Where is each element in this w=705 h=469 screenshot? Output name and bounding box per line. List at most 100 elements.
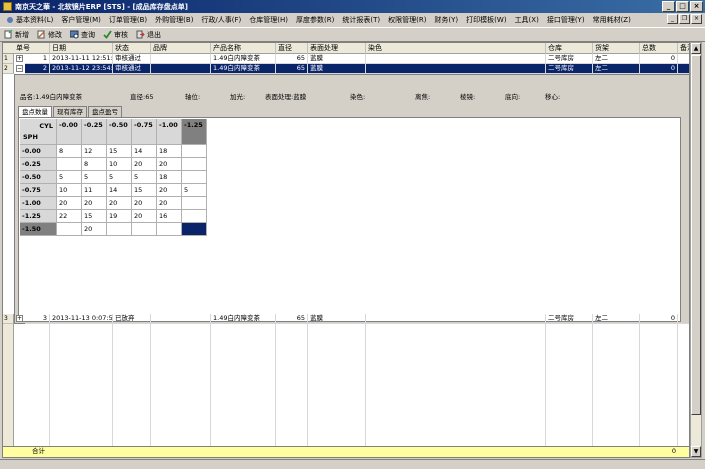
matrix-cell[interactable]: 8 [82,158,107,171]
matrix-cell[interactable] [182,145,207,158]
matrix-cell[interactable] [182,171,207,184]
matrix-cell[interactable]: 14 [132,145,157,158]
menu-purchase[interactable]: 外购管理(B) [151,15,197,25]
sph-header[interactable]: -1.50 [20,223,57,236]
menu-reports[interactable]: 统计报表(T) [338,15,384,25]
matrix-cell[interactable]: 20 [132,197,157,210]
cyl-header[interactable]: -1.25 [182,119,207,145]
matrix-cell[interactable]: 20 [82,223,107,236]
matrix-cell[interactable] [182,158,207,171]
matrix-cell[interactable]: 18 [157,145,182,158]
menu-order[interactable]: 订单管理(B) [105,15,151,25]
menu-tools[interactable]: 工具(X) [511,15,543,25]
matrix-cell[interactable]: 5 [182,184,207,197]
sph-header[interactable]: -0.25 [20,158,57,171]
exit-button[interactable]: 退出 [136,30,161,40]
matrix-cell[interactable]: 20 [107,197,132,210]
col-header-coating[interactable]: 表面处理 [308,43,366,54]
matrix-cell[interactable]: 5 [57,171,82,184]
table-row[interactable]: 1 + 1 2013-11-11 12:51:2 审核通过 1.49白内障变茶 … [3,54,689,64]
scroll-down-icon[interactable]: ▼ [691,446,701,457]
matrix-cell[interactable]: 20 [82,197,107,210]
menu-print[interactable]: 打印模板(W) [462,15,510,25]
menu-basic[interactable]: 基本资料(L) [2,15,57,25]
table-row-selected[interactable]: 2 − 2 2013-11-12 23:54:0 审核通过 1.49白内障变茶 … [3,64,689,74]
tab-count[interactable]: 盘点数量 [18,106,52,117]
cyl-header[interactable]: -0.25 [82,119,107,145]
col-header-no[interactable]: 单号 [14,43,50,54]
matrix-cell[interactable] [107,223,132,236]
matrix-cell[interactable]: 12 [82,145,107,158]
matrix-cell[interactable]: 22 [57,210,82,223]
scroll-thumb[interactable] [691,55,701,415]
edit-button[interactable]: 修改 [37,30,62,40]
menu-hr[interactable]: 行政/人事(F) [197,15,245,25]
query-button[interactable]: 查询 [70,30,95,40]
col-header-date[interactable]: 日期 [50,43,113,54]
matrix-cell[interactable]: 18 [157,171,182,184]
sph-header[interactable]: -1.00 [20,197,57,210]
col-header-shelf[interactable]: 货架 [593,43,640,54]
col-header-status[interactable]: 状态 [113,43,151,54]
matrix-cell[interactable]: 19 [107,210,132,223]
matrix-cell[interactable]: 20 [157,197,182,210]
cyl-header[interactable]: -0.50 [107,119,132,145]
col-header-remark[interactable]: 备注 [678,43,689,54]
matrix-cell[interactable] [157,223,182,236]
col-header-brand[interactable]: 品牌 [151,43,211,54]
matrix-cell[interactable]: 10 [107,158,132,171]
matrix-cell[interactable] [57,158,82,171]
menu-finance[interactable]: 财务(Y) [430,15,462,25]
cyl-header[interactable]: -0.75 [132,119,157,145]
col-header-diameter[interactable]: 直径 [276,43,308,54]
col-header-total[interactable]: 总数 [640,43,678,54]
maximize-button[interactable]: □ [676,1,689,12]
sph-header[interactable]: -1.25 [20,210,57,223]
expand-icon[interactable]: + [16,315,23,322]
collapse-icon[interactable]: − [16,65,23,72]
sph-header[interactable]: -0.75 [20,184,57,197]
cyl-header[interactable]: -0.00 [57,119,82,145]
matrix-cell[interactable]: 15 [132,184,157,197]
new-button[interactable]: 新增 [4,30,29,40]
vertical-scrollbar[interactable]: ▲ ▼ [690,42,702,458]
matrix-cell[interactable]: 15 [107,145,132,158]
matrix-cell[interactable] [182,210,207,223]
menu-thickness[interactable]: 厚度参数(R) [292,15,338,25]
matrix-cell[interactable]: 14 [107,184,132,197]
minimize-button[interactable]: _ [662,1,675,12]
scroll-up-icon[interactable]: ▲ [691,43,701,54]
matrix-cell[interactable]: 5 [82,171,107,184]
matrix-cell[interactable]: 20 [157,184,182,197]
matrix-cell[interactable]: 5 [132,171,157,184]
approve-button[interactable]: 审核 [103,30,128,40]
mdi-close-button[interactable]: × [691,14,702,24]
menu-interface[interactable]: 接口管理(Y) [543,15,589,25]
sph-header[interactable]: -0.50 [20,171,57,184]
cyl-header[interactable]: -1.00 [157,119,182,145]
menu-customer[interactable]: 客户管理(M) [57,15,105,25]
mdi-restore-button[interactable]: ❐ [679,14,690,24]
col-header-product[interactable]: 产品名称 [211,43,276,54]
sph-header[interactable]: -0.00 [20,145,57,158]
matrix-cell[interactable]: 20 [132,210,157,223]
table-row[interactable]: 3 + 3 2013-11-13 0:07:51 已放弃 1.49白内障变茶 6… [3,314,689,324]
menu-warehouse[interactable]: 仓库管理(H) [245,15,292,25]
mdi-minimize-button[interactable]: _ [667,14,678,24]
matrix-cell[interactable]: 11 [82,184,107,197]
matrix-cell[interactable] [57,223,82,236]
expand-icon[interactable]: + [16,55,23,62]
col-header-warehouse[interactable]: 仓库 [546,43,593,54]
matrix-cell[interactable]: 20 [132,158,157,171]
matrix-cell[interactable] [132,223,157,236]
matrix-cell[interactable]: 10 [57,184,82,197]
matrix-cell[interactable]: 15 [82,210,107,223]
matrix-cell[interactable]: 5 [107,171,132,184]
menu-permissions[interactable]: 权限管理(R) [384,15,430,25]
matrix-cell[interactable]: 16 [157,210,182,223]
matrix-cell[interactable]: 20 [157,158,182,171]
matrix-cell[interactable] [182,223,207,236]
col-header-dye[interactable]: 染色 [366,43,546,54]
matrix-cell[interactable]: 8 [57,145,82,158]
tab-diff[interactable]: 盘点盈亏 [88,106,122,117]
